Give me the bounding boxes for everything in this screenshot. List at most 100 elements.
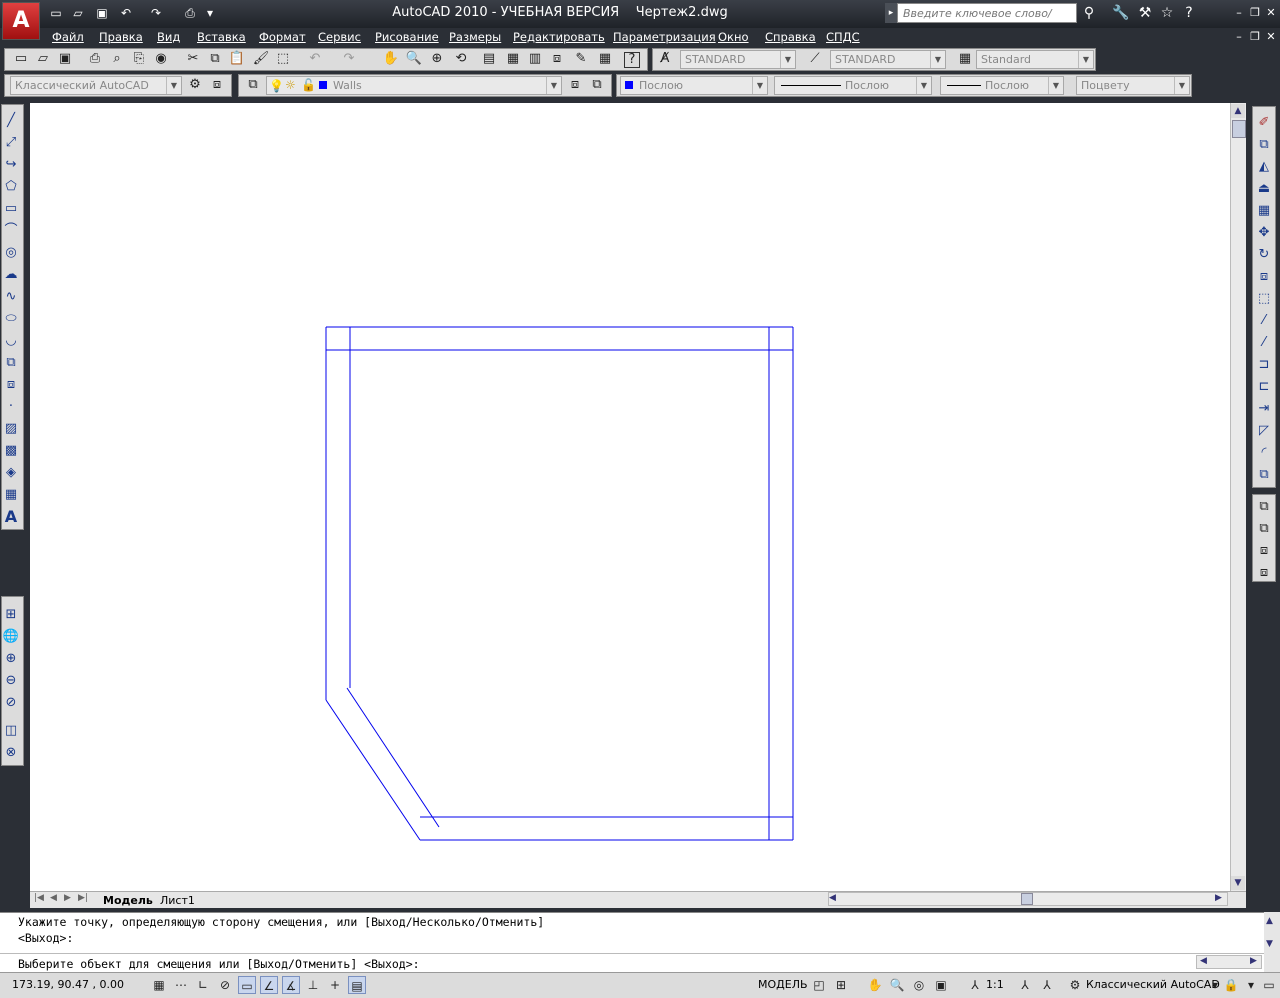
box-icon[interactable]: ◫	[2, 722, 20, 740]
horizontal-scroll-thumb[interactable]	[1021, 893, 1033, 905]
copy-object-icon[interactable]: ⧉	[1255, 136, 1273, 154]
color-select[interactable]: Послою ▼	[620, 76, 768, 95]
send-to-back-icon[interactable]: ⧉	[1255, 520, 1273, 538]
workspace-save-icon[interactable]: ⧈	[208, 76, 226, 94]
clean-screen-icon[interactable]: ▭	[1260, 976, 1278, 994]
menu-file[interactable]: Файл	[52, 30, 84, 44]
new-file-icon[interactable]: ▭	[48, 5, 64, 21]
menu-edit[interactable]: Правка	[99, 30, 143, 44]
toolbar-lock-icon[interactable]: 🔒	[1222, 976, 1240, 994]
object-snap-tracking-icon[interactable]: ∡	[282, 976, 300, 994]
text-style-select[interactable]: STANDARD ▼	[680, 50, 796, 69]
scroll-left-icon[interactable]: ◀	[829, 893, 836, 903]
copy-icon[interactable]: ⧉	[206, 50, 224, 68]
close-icon[interactable]: ✕	[1264, 7, 1278, 19]
annotation-visibility-icon[interactable]: ⅄	[1016, 976, 1034, 994]
send-under-icon[interactable]: ⧈	[1255, 564, 1273, 582]
qnew-icon[interactable]: ▭	[12, 50, 30, 68]
doc-close-icon[interactable]: ✕	[1264, 31, 1278, 43]
table-style-select[interactable]: Standard ▼	[976, 50, 1094, 69]
dim-style-icon[interactable]: ⟋	[806, 50, 824, 68]
paste-icon[interactable]: 📋	[228, 50, 246, 68]
zoom-realtime-icon[interactable]: 🔍	[405, 50, 423, 68]
globe-icon[interactable]: 🌐	[2, 628, 20, 646]
cut-icon[interactable]: ✂	[184, 50, 202, 68]
bring-to-front-icon[interactable]: ⧉	[1255, 498, 1273, 516]
redo-icon[interactable]: ↷	[148, 5, 164, 21]
application-menu-button[interactable]: A	[2, 2, 40, 40]
region-icon[interactable]: ◈	[2, 464, 20, 482]
undo-icon[interactable]: ↶	[118, 5, 134, 21]
arc-icon[interactable]: ⌒	[2, 222, 20, 240]
revision-cloud-icon[interactable]: ☁	[2, 266, 20, 284]
table-icon[interactable]: ▦	[2, 486, 20, 504]
grid-display-icon[interactable]: ∟	[194, 976, 212, 994]
model-space-label[interactable]: МОДЕЛЬ	[758, 978, 808, 991]
scroll-down-icon[interactable]: ▼	[1231, 876, 1245, 890]
lineweight-select[interactable]: Послою ▼	[940, 76, 1064, 95]
array-icon[interactable]: ▦	[1255, 202, 1273, 220]
steering-wheel-icon[interactable]: ◎	[910, 976, 928, 994]
explode-icon[interactable]: ⧉	[1255, 466, 1273, 484]
tool-palettes-icon[interactable]: ▥	[526, 50, 544, 68]
zoom-window-icon[interactable]: ⊕	[428, 50, 446, 68]
coordinates-readout[interactable]: 173.19, 90.47 , 0.00	[12, 978, 124, 991]
ellipse-arc-icon[interactable]: ◡	[2, 332, 20, 350]
tab-nav-prev-icon[interactable]: ◀	[50, 893, 57, 903]
erase-icon[interactable]: ✐	[1255, 114, 1273, 132]
workspace-status-label[interactable]: Классический AutoCAD	[1086, 978, 1220, 991]
doc-restore-icon[interactable]: ❐	[1248, 31, 1262, 43]
search-expand-icon[interactable]: ▸	[885, 3, 897, 23]
help-icon[interactable]: ?	[1180, 4, 1198, 22]
menu-format[interactable]: Формат	[259, 30, 306, 44]
spline-icon[interactable]: ∿	[2, 288, 20, 306]
infer-constraints-icon[interactable]: ▦	[150, 976, 168, 994]
workspace-switch-icon[interactable]: ⚙	[1066, 976, 1084, 994]
status-tray-menu-icon[interactable]: ▾	[1242, 976, 1260, 994]
no-view-icon[interactable]: ⊘	[2, 694, 20, 712]
menu-insert[interactable]: Вставка	[197, 30, 246, 44]
cmd-scroll-down-icon[interactable]: ▼	[1266, 939, 1273, 949]
scale-icon[interactable]: ⧈	[1255, 268, 1273, 286]
annotation-scale-value[interactable]: 1:1	[986, 978, 1004, 991]
tab-nav-last-icon[interactable]: ▶|	[78, 893, 88, 903]
layer-properties-icon[interactable]: ⧉	[244, 76, 262, 94]
insert-block-icon[interactable]: ⧉	[2, 354, 20, 372]
layer-select[interactable]: 💡 ☼ 🔓 Walls ▼	[266, 76, 562, 95]
menu-view[interactable]: Вид	[157, 30, 180, 44]
drawing-canvas[interactable]	[30, 103, 1230, 891]
globe-remove-icon[interactable]: ⊖	[2, 672, 20, 690]
break-at-point-icon[interactable]: ⊐	[1255, 356, 1273, 374]
search-binoculars-icon[interactable]: ⚲	[1080, 4, 1098, 22]
showmotion-icon[interactable]: ▣	[932, 976, 950, 994]
save-icon[interactable]: ▣	[94, 5, 110, 21]
search-input[interactable]: Введите ключевое слово/фразу	[897, 3, 1077, 40]
break-icon[interactable]: ⊏	[1255, 378, 1273, 396]
tab-nav-first-icon[interactable]: |◀	[34, 893, 44, 903]
circle-icon[interactable]: ◎	[2, 244, 20, 262]
make-layer-current-icon[interactable]: ⧈	[566, 76, 584, 94]
plot-toolbar-icon[interactable]: ⎙	[86, 50, 104, 68]
quick-access-dropdown-icon[interactable]: ▾	[202, 5, 218, 21]
help-toolbar-icon[interactable]: ?	[624, 52, 640, 68]
menu-help[interactable]: Справка	[765, 30, 816, 44]
3dwf-icon[interactable]: ◉	[152, 50, 170, 68]
trim-icon[interactable]: ⁄	[1255, 312, 1273, 330]
quickcalc-icon[interactable]: ▦	[596, 50, 614, 68]
linetype-select[interactable]: Послою ▼	[774, 76, 932, 95]
wall-outer-diagonal[interactable]	[325, 699, 421, 841]
workspace-settings-icon[interactable]: ⚙	[186, 76, 204, 94]
plot-icon[interactable]: ⎙	[182, 5, 198, 21]
minimize-icon[interactable]: –	[1232, 7, 1246, 19]
markup-icon[interactable]: ✎	[572, 50, 590, 68]
fillet-icon[interactable]: ◜	[1255, 444, 1273, 462]
open-file-icon[interactable]: ▱	[70, 5, 86, 21]
layer-previous-icon[interactable]: ⧉	[588, 76, 606, 94]
match-properties-icon[interactable]: 🖌	[252, 50, 270, 68]
quick-view-drawings-icon[interactable]: ⊞	[832, 976, 850, 994]
cmd-scroll-left-icon[interactable]: ◀	[1200, 956, 1207, 966]
menu-spds[interactable]: СПДС	[826, 30, 860, 44]
stretch-icon[interactable]: ⬚	[1255, 290, 1273, 308]
sphere-remove-icon[interactable]: ⊗	[2, 744, 20, 762]
menu-draw[interactable]: Рисование	[375, 30, 439, 44]
